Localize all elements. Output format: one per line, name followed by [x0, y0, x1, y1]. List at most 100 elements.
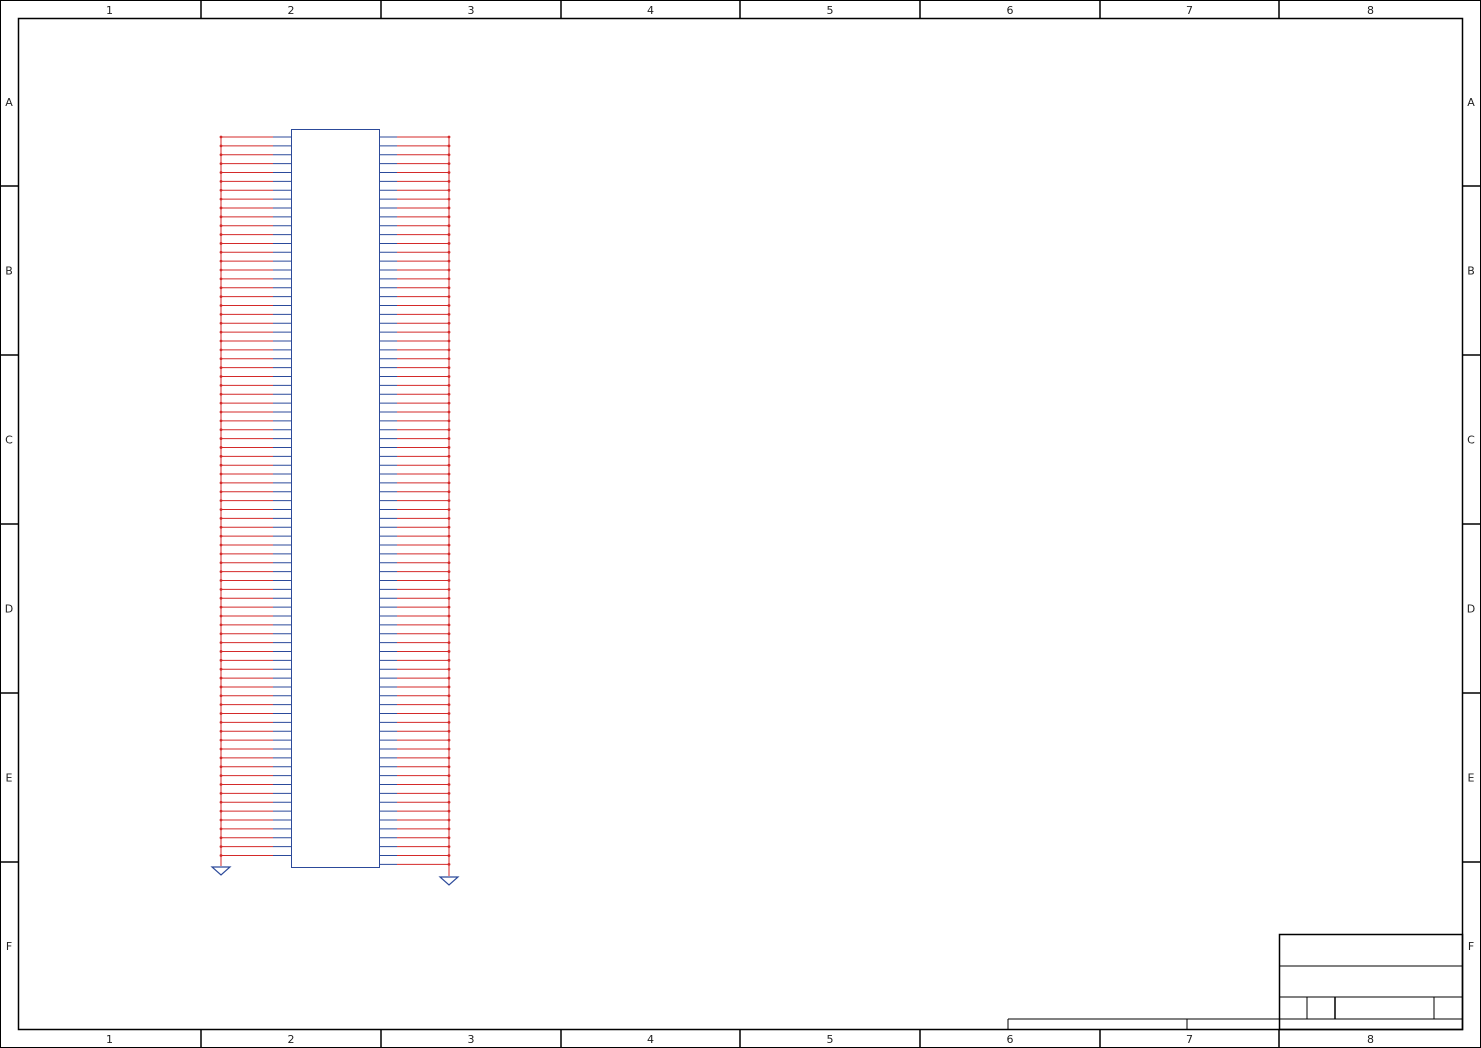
right-junction-dot [447, 348, 451, 352]
left-junction-dot [219, 685, 223, 689]
column-label-bottom: 5 [827, 1033, 834, 1046]
left-junction-dot [219, 587, 223, 591]
left-junction-dot [219, 286, 223, 290]
column-label-bottom: 6 [1007, 1033, 1014, 1046]
left-junction-dot [219, 525, 223, 529]
left-junction-dot [219, 658, 223, 662]
column-label-top: 3 [468, 4, 475, 17]
left-junction-dot [219, 783, 223, 786]
right-junction-dot [447, 233, 451, 236]
right-junction-dot [447, 339, 451, 343]
left-junction-dot [219, 712, 223, 715]
left-junction-dot [219, 348, 223, 352]
right-junction-dot [447, 694, 451, 698]
right-junction-dot [447, 259, 451, 263]
outer-border [0, 0, 1481, 1048]
right-junction-dot [447, 543, 451, 547]
right-junction-dot [447, 295, 451, 299]
left-junction-dot [219, 481, 223, 485]
sheet-frame [0, 0, 1481, 1048]
left-junction-dot [219, 321, 223, 325]
left-junction-dot [219, 277, 223, 281]
right-junction-dot [447, 650, 451, 653]
right-junction-dot [447, 463, 451, 467]
row-label-right: C [1467, 434, 1475, 447]
right-junction-dot [447, 729, 451, 733]
left-junction-dot [219, 721, 223, 724]
left-junction-dot [219, 490, 223, 494]
column-label-top: 2 [288, 4, 295, 17]
right-junction-dot [447, 135, 451, 139]
column-label-bottom: 4 [647, 1033, 654, 1046]
left-junction-dot [219, 233, 223, 236]
right-junction-dot [447, 534, 451, 538]
right-junction-dot [447, 383, 451, 387]
left-junction-dot [219, 836, 223, 840]
right-junction-dot [447, 747, 451, 751]
left-junction-dot [219, 561, 223, 565]
left-junction-dot [219, 313, 223, 316]
zone-labels: 1 1 2 2 3 3 4 4 5 5 6 6 7 7 8 8 A A B B C C D D E E F F [5, 4, 1475, 1046]
left-junction-dot [219, 171, 223, 174]
right-junction-dot [447, 605, 451, 609]
left-junction-dot [219, 401, 223, 405]
right-junction-dot [447, 206, 451, 210]
connector-component[interactable] [210, 129, 460, 886]
right-junction-dot [447, 188, 451, 192]
right-junction-dot [447, 144, 451, 148]
right-junction-dot [447, 321, 451, 325]
left-junction-dot [219, 162, 223, 166]
right-junction-dot [447, 579, 451, 582]
right-junction-dot [447, 712, 451, 715]
left-junction-dot [219, 259, 223, 263]
left-junction-dot [219, 463, 223, 467]
column-label-bottom: 1 [106, 1033, 113, 1046]
left-junction-dot [219, 774, 223, 778]
left-junction-dot [219, 304, 223, 307]
right-junction-dot [447, 783, 451, 786]
right-junction-dot [447, 428, 451, 432]
right-junction-dot [447, 242, 451, 245]
left-junction-dot [219, 472, 223, 476]
column-label-top: 7 [1186, 4, 1193, 17]
left-junction-dot [219, 650, 223, 653]
right-junction-dot [447, 525, 451, 529]
ground-symbol-right-icon[interactable] [438, 876, 460, 886]
ground-symbol-left-icon[interactable] [210, 866, 232, 876]
right-junction-dot [447, 508, 451, 511]
left-junction-dot [219, 729, 223, 733]
right-junction-dot [447, 454, 451, 458]
left-junction-dot [219, 845, 223, 848]
left-junction-dot [219, 242, 223, 245]
left-junction-dot [219, 623, 223, 627]
right-junction-dot [447, 765, 451, 769]
left-junction-dot [219, 419, 223, 423]
column-label-bottom: 8 [1367, 1033, 1374, 1046]
column-label-bottom: 3 [468, 1033, 475, 1046]
left-junction-dot [219, 703, 223, 707]
left-junction-dot [219, 667, 223, 671]
right-junction-dot [447, 836, 451, 840]
right-junction-dot [447, 614, 451, 618]
right-junction-dot [447, 809, 451, 813]
right-junction-dot [447, 313, 451, 316]
right-junction-dot [447, 330, 451, 334]
left-junction-dot [219, 534, 223, 538]
right-junction-dot [447, 224, 451, 228]
right-junction-dot [447, 623, 451, 627]
right-junction-dot [447, 437, 451, 440]
right-junction-dot [447, 845, 451, 848]
left-junction-dot [219, 206, 223, 210]
left-junction-dot [219, 179, 223, 183]
component-body[interactable] [291, 129, 380, 868]
right-junction-dot [447, 676, 451, 680]
inner-border [17, 17, 1464, 1031]
right-junction-dot [447, 667, 451, 671]
right-junction-dot [447, 171, 451, 174]
right-junction-dot [447, 854, 451, 857]
left-junction-dot [219, 552, 223, 556]
row-label-left: D [5, 603, 13, 616]
right-junction-dot [447, 401, 451, 405]
left-junction-dot [219, 135, 223, 139]
right-junction-dot [447, 472, 451, 476]
